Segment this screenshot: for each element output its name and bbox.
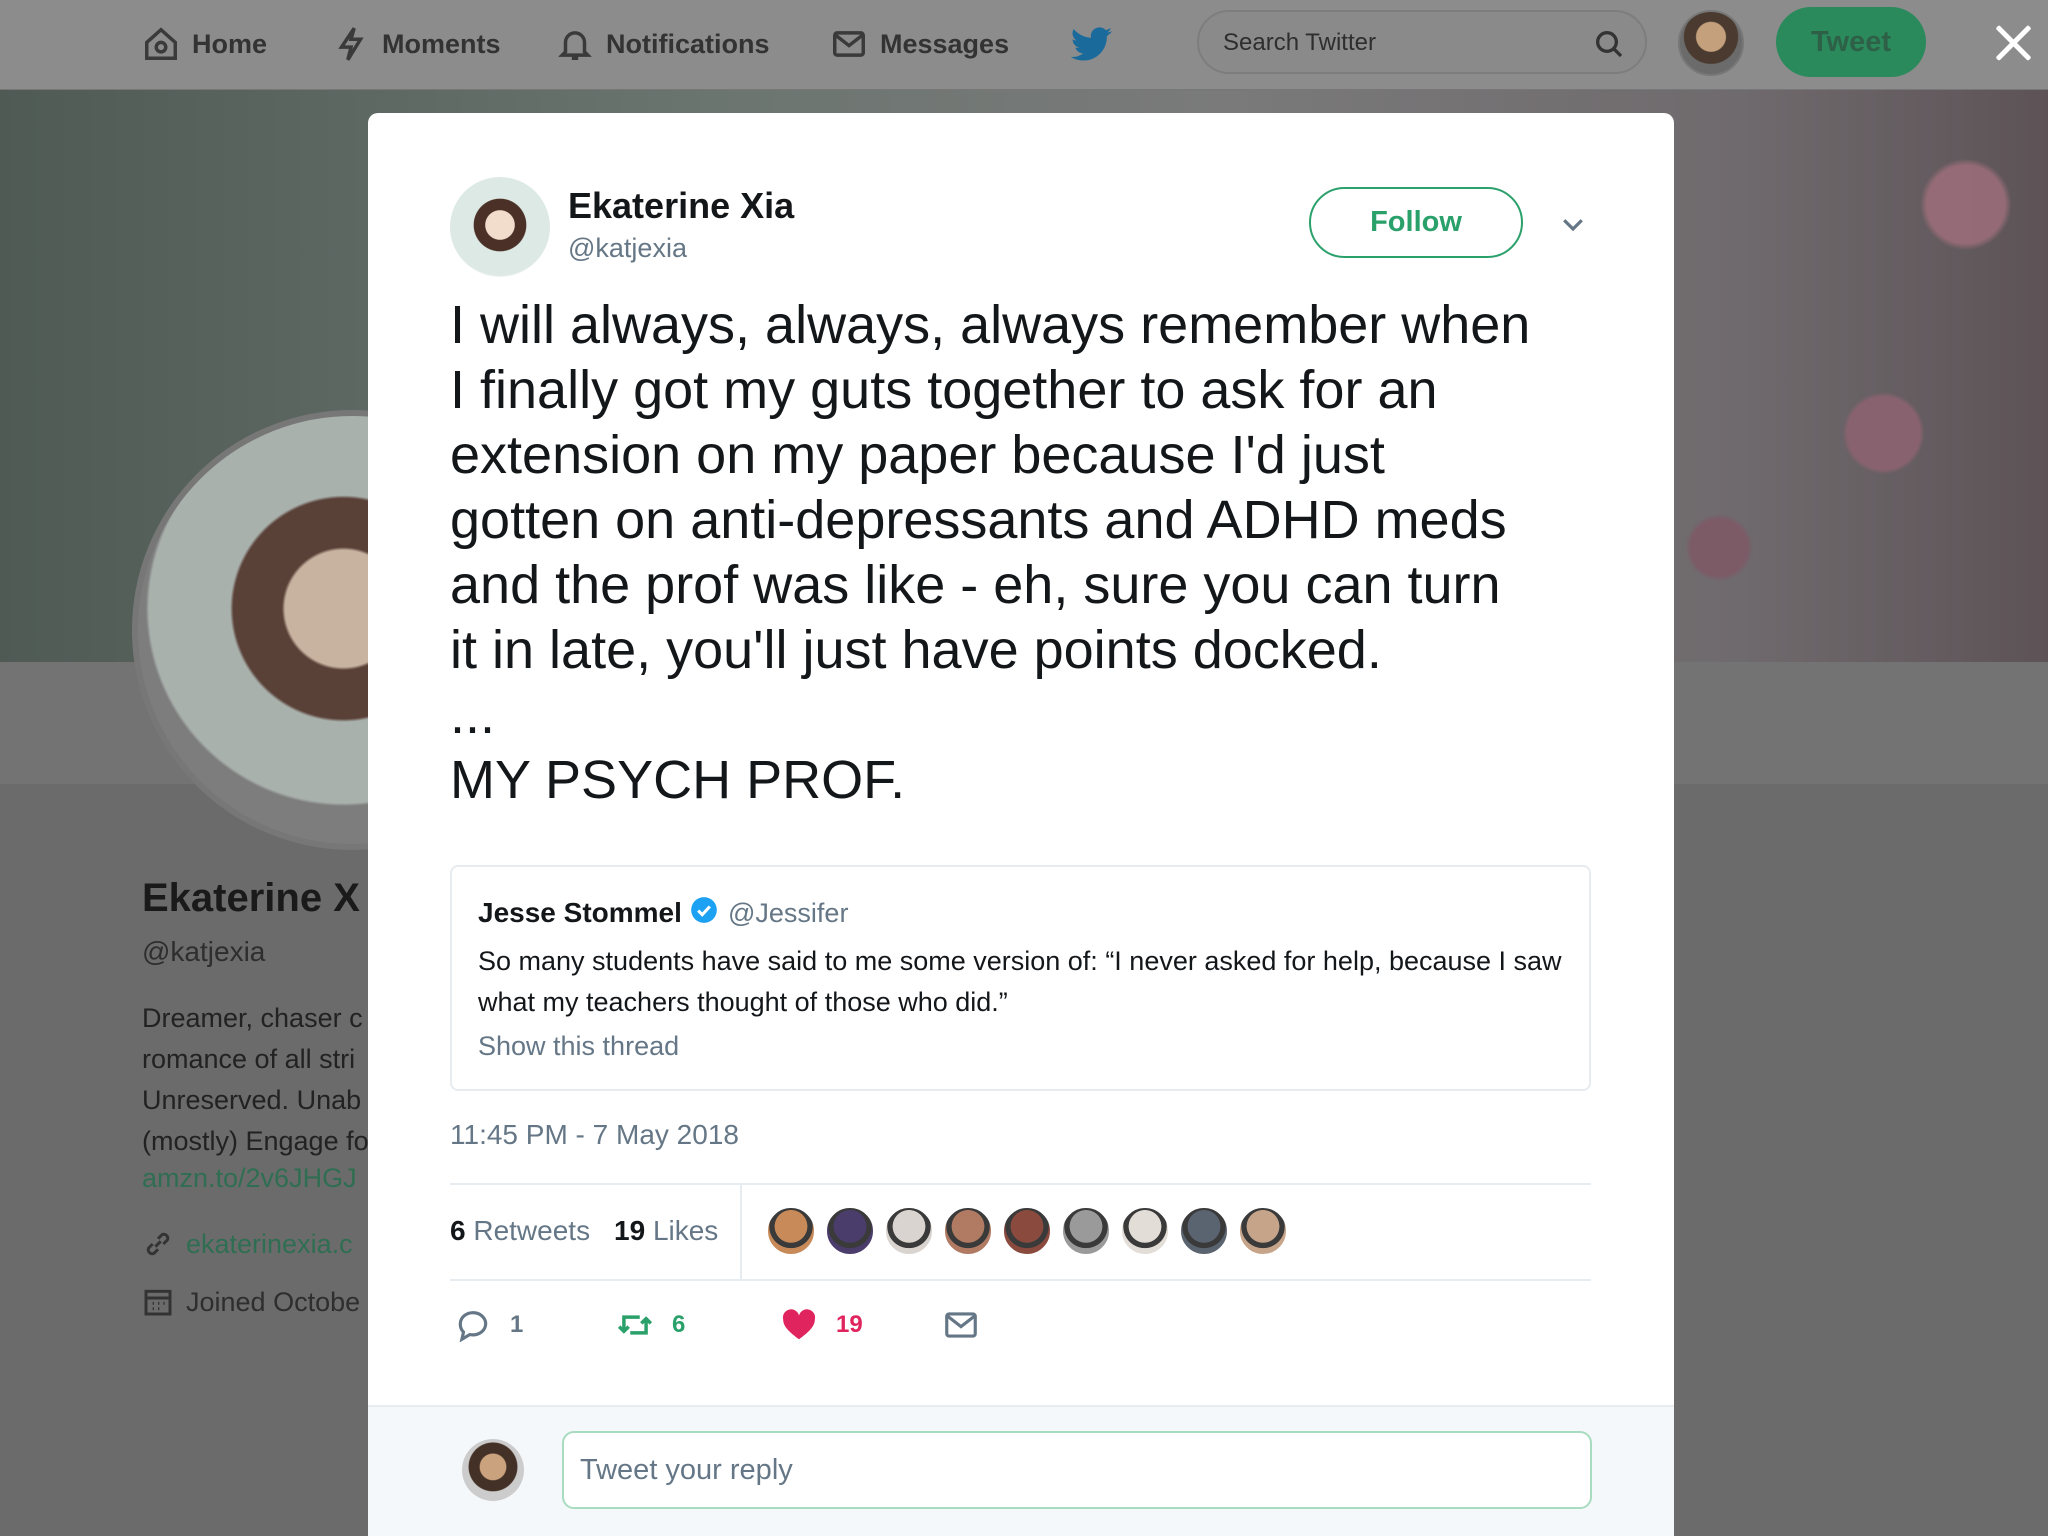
calendar-icon [144,1289,172,1316]
top-navigation: Home Moments Notifications Messages Twee… [0,0,2048,90]
envelope-icon [833,31,865,57]
account-avatar[interactable] [1678,10,1744,76]
reply-action[interactable]: 1 [454,1303,523,1347]
profile-name: Ekaterine X [142,876,360,920]
liker-avatar[interactable] [825,1206,875,1256]
nav-notifications-label: Notifications [606,28,770,59]
author-name[interactable]: Ekaterine Xia [568,185,794,227]
reply-count: 1 [510,1311,524,1338]
nav-notifications[interactable]: Notifications [556,22,770,66]
close-icon[interactable] [1990,20,2036,66]
reply-icon [458,1311,488,1343]
liker-avatar[interactable] [884,1206,934,1256]
profile-handle: @katjexia [142,936,266,967]
likes-label: Likes [652,1215,719,1246]
like-count: 19 [836,1311,863,1338]
tweet-text: I will always, always, always remember w… [450,295,1531,810]
retweet-count: 6 [672,1311,686,1338]
search-icon[interactable] [1593,28,1625,60]
like-action[interactable]: 19 [780,1303,863,1347]
nav-moments-label: Moments [382,28,501,59]
link-icon [146,1232,170,1256]
quoted-author-handle: @Jessifer [728,898,849,928]
liker-avatar[interactable] [1238,1206,1288,1256]
liker-avatars [766,1206,1297,1256]
lightning-icon [338,27,364,61]
divider [740,1185,742,1279]
retweet-icon [617,1315,653,1335]
retweets-label: Retweets [473,1215,591,1246]
profile-website[interactable]: ekaterinexia.c [142,1228,353,1260]
quoted-tweet[interactable]: Jesse Stommel @Jessifer So many students… [450,865,1591,1091]
search-input[interactable] [1223,26,1563,60]
author-avatar[interactable] [450,177,550,277]
liker-avatar[interactable] [1120,1206,1170,1256]
retweets-stat[interactable]: 6 Retweets [450,1215,590,1247]
liker-avatar[interactable] [943,1206,993,1256]
profile-joined: Joined Octobe [142,1286,360,1318]
quoted-author-name: Jesse Stommel [478,897,682,928]
compose-tweet-button[interactable]: Tweet [1776,7,1926,77]
nav-home-label: Home [192,28,268,59]
show-thread-link[interactable]: Show this thread [478,1031,679,1062]
profile-bio-link[interactable]: amzn.to/2v6JHGJ [142,1163,357,1194]
divider [450,1183,1591,1185]
liker-avatar[interactable] [766,1206,816,1256]
profile-website-label: ekaterinexia.c [186,1228,353,1259]
liker-avatar[interactable] [1002,1206,1052,1256]
nav-home[interactable]: Home [142,22,267,66]
reply-input[interactable] [562,1431,1592,1509]
nav-messages[interactable]: Messages [830,22,1009,66]
liker-avatar[interactable] [1061,1206,1111,1256]
nav-messages-label: Messages [880,28,1010,59]
profile-joined-label: Joined Octobe [186,1286,361,1317]
liker-avatar[interactable] [1179,1206,1229,1256]
quoted-text: So many students have said to me some ve… [478,946,1562,1017]
twitter-bird-icon[interactable] [1070,22,1114,66]
current-user-avatar [462,1439,524,1501]
more-options[interactable] [1558,209,1588,239]
envelope-icon [945,1312,977,1338]
tweet-timestamp[interactable]: 11:45 PM - 7 May 2018 [450,1119,739,1151]
bell-icon [558,31,592,60]
home-icon [145,27,177,60]
heart-icon [782,1309,816,1340]
author-handle[interactable]: @katjexia [568,233,687,264]
tweet-modal: Ekaterine Xia @katjexia Follow I will al… [368,113,1674,1536]
nav-moments[interactable]: Moments [332,22,501,66]
retweets-count: 6 [450,1215,466,1246]
retweet-action[interactable]: 6 [616,1303,685,1347]
likes-stat[interactable]: 19 Likes [614,1215,718,1247]
verified-badge-icon [691,897,717,923]
likes-count: 19 [614,1215,646,1246]
search-box [1197,10,1647,74]
follow-button[interactable]: Follow [1309,187,1523,258]
chevron-down-icon [1563,219,1583,232]
reply-composer [368,1405,1674,1536]
direct-message-action[interactable] [942,1303,998,1347]
divider [450,1279,1591,1281]
